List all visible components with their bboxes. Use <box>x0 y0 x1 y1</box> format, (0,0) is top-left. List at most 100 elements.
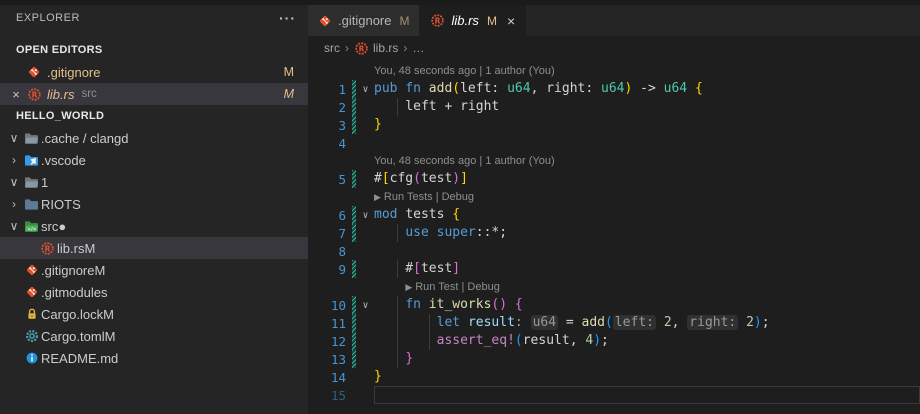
tree-item-Cargo-lock[interactable]: Cargo.lockM <box>0 303 308 325</box>
code-line[interactable]: } <box>374 350 920 368</box>
codelens-content[interactable]: ▶Run Test | Debug <box>374 278 920 296</box>
code-line[interactable] <box>374 386 920 404</box>
tree-item-Cargo-toml[interactable]: Cargo.tomlM <box>0 325 308 347</box>
code-token <box>374 225 405 240</box>
close-icon[interactable]: × <box>507 13 515 29</box>
tree-item-1[interactable]: ∨1 <box>0 171 308 193</box>
codelens-content[interactable]: ▶Run Tests | Debug <box>374 188 920 206</box>
file-name: lib.rs <box>47 87 74 102</box>
tree-item--gitignore[interactable]: .gitignoreM <box>0 259 308 281</box>
line-number[interactable]: 12 <box>308 334 352 349</box>
gear-icon <box>22 329 41 343</box>
modified-indicator[interactable] <box>352 296 356 314</box>
modified-indicator[interactable] <box>352 350 356 368</box>
modified-indicator[interactable] <box>352 170 356 188</box>
line-number[interactable]: 13 <box>308 352 352 367</box>
code-editor[interactable]: You, 48 seconds ago | 1 author (You)1∨pu… <box>308 60 920 414</box>
codelens-link[interactable]: ▶Run Tests | Debug <box>374 191 474 203</box>
titlebar-strip <box>0 0 920 5</box>
line-number[interactable]: 11 <box>308 316 352 331</box>
tree-item--cache-clangd[interactable]: ∨.cache / clangd <box>0 127 308 149</box>
file-name: src <box>41 219 58 234</box>
git-icon <box>22 263 41 277</box>
code-token: = <box>558 315 581 330</box>
code-token: cfg <box>390 171 413 186</box>
file-name: 1 <box>41 175 48 190</box>
code-line[interactable] <box>374 134 920 152</box>
code-line[interactable] <box>374 242 920 260</box>
modified-indicator[interactable] <box>352 314 356 332</box>
code-line[interactable]: use super::*; <box>374 224 920 242</box>
open-editors-header[interactable]: OPEN EDITORS <box>0 39 308 61</box>
line-number[interactable]: 7 <box>308 226 352 241</box>
code-line[interactable]: #[cfg(test)] <box>374 170 920 188</box>
codelens-link[interactable]: ▶Run Test | Debug <box>374 281 500 293</box>
breadcrumb-item-symbol[interactable]: … <box>412 41 424 55</box>
codelens-content[interactable]: You, 48 seconds ago | 1 author (You) <box>374 152 920 170</box>
line-number[interactable]: 14 <box>308 370 352 385</box>
modified-indicator[interactable] <box>352 116 356 134</box>
codelens-link[interactable]: You, 48 seconds ago | 1 author (You) <box>374 155 555 167</box>
fold-chevron-icon[interactable]: ∨ <box>357 300 374 311</box>
code-line[interactable]: #[test] <box>374 260 920 278</box>
close-icon[interactable]: × <box>8 87 24 102</box>
open-editor-item-lib-rs[interactable]: ×Rlib.rssrcM <box>0 83 308 105</box>
code-token: left: <box>460 81 507 96</box>
code-line[interactable]: } <box>374 116 920 134</box>
code-token: } <box>374 369 382 384</box>
tree-item--vscode[interactable]: ›.vscode <box>0 149 308 171</box>
modified-indicator[interactable] <box>352 260 356 278</box>
workspace-header[interactable]: HELLO_WORLD <box>0 105 308 127</box>
breadcrumb-item-src[interactable]: src <box>324 41 340 55</box>
fold-chevron-icon[interactable]: ∨ <box>357 210 374 221</box>
code-token: let <box>437 315 468 330</box>
line-number[interactable]: 15 <box>308 388 352 403</box>
modified-indicator[interactable] <box>352 332 356 350</box>
line-number[interactable]: 4 <box>308 136 352 151</box>
code-line[interactable]: mod tests { <box>374 206 920 224</box>
info-icon <box>22 351 41 365</box>
modified-indicator[interactable] <box>352 224 356 242</box>
code-token <box>374 351 405 366</box>
line-number[interactable]: 3 <box>308 118 352 133</box>
tree-item--gitmodules[interactable]: .gitmodules <box>0 281 308 303</box>
chevron-down-icon[interactable]: ∨ <box>6 219 22 233</box>
line-number[interactable]: 5 <box>308 172 352 187</box>
code-line[interactable]: pub fn add(left: u64, right: u64) -> u64… <box>374 80 920 98</box>
modified-indicator[interactable] <box>352 206 356 224</box>
codelens-link[interactable]: You, 48 seconds ago | 1 author (You) <box>374 65 555 77</box>
code-line[interactable]: left + right <box>374 98 920 116</box>
file-tree: ∨.cache / clangd›.vscode∨1›RIOTS∨</>src●… <box>0 127 308 369</box>
codelens-row: You, 48 seconds ago | 1 author (You) <box>308 62 920 80</box>
modified-indicator[interactable] <box>352 80 356 98</box>
tree-item-src[interactable]: ∨</>src● <box>0 215 308 237</box>
line-number[interactable]: 1 <box>308 82 352 97</box>
modified-indicator[interactable] <box>352 98 356 116</box>
tab-librs[interactable]: R lib.rs M × <box>420 5 526 36</box>
line-number[interactable]: 2 <box>308 100 352 115</box>
chevron-right-icon[interactable]: › <box>6 153 22 167</box>
chevron-right-icon[interactable]: › <box>6 197 22 211</box>
git-file-icon <box>318 14 332 28</box>
code-line[interactable]: assert_eq!(result, 4); <box>374 332 920 350</box>
breadcrumb-item-librs[interactable]: lib.rs <box>373 41 398 55</box>
tree-item-RIOT[interactable]: ›RIOTS <box>0 193 308 215</box>
codelens-content[interactable]: You, 48 seconds ago | 1 author (You) <box>374 62 920 80</box>
code-line[interactable]: let result: u64 = add(left: 2, right: 2)… <box>374 314 920 332</box>
chevron-down-icon[interactable]: ∨ <box>6 131 22 145</box>
git-status-badge: M <box>284 65 294 79</box>
more-actions-icon[interactable]: ··· <box>279 10 296 26</box>
code-token: it_works <box>429 297 492 312</box>
fold-chevron-icon[interactable]: ∨ <box>357 84 374 95</box>
chevron-down-icon[interactable]: ∨ <box>6 175 22 189</box>
code-line[interactable]: } <box>374 368 920 386</box>
line-number[interactable]: 9 <box>308 262 352 277</box>
tree-item-lib-rs[interactable]: Rlib.rsM <box>0 237 308 259</box>
open-editor-item--gitignore[interactable]: .gitignoreM <box>0 61 308 83</box>
code-line[interactable]: fn it_works() { <box>374 296 920 314</box>
line-number[interactable]: 10 <box>308 298 352 313</box>
line-number[interactable]: 8 <box>308 244 352 259</box>
tree-item-README-md[interactable]: README.md <box>0 347 308 369</box>
tab-gitignore[interactable]: .gitignore M <box>308 5 420 36</box>
line-number[interactable]: 6 <box>308 208 352 223</box>
